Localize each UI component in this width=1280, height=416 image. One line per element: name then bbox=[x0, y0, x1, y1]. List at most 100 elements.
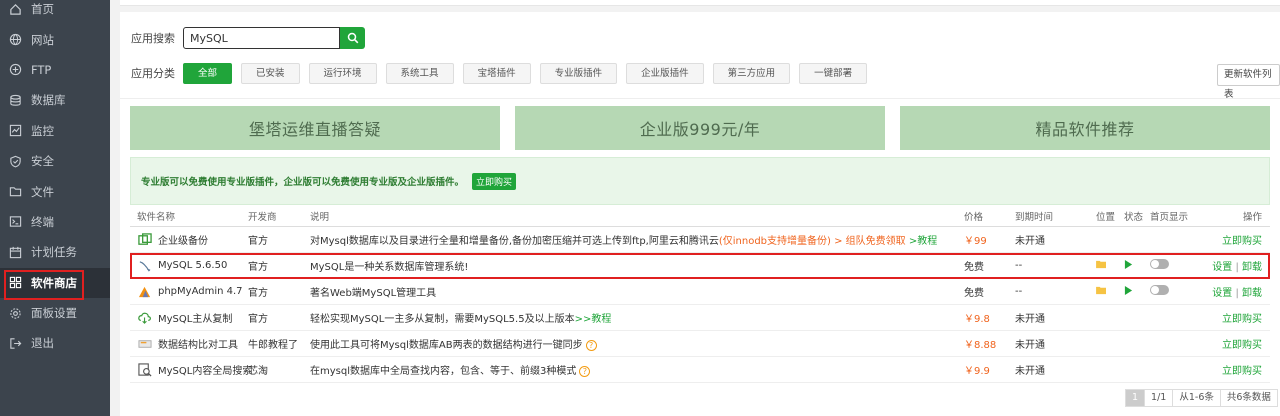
software-name: 数据结构比对工具 bbox=[158, 340, 238, 351]
settings-link[interactable]: 设置 bbox=[1212, 288, 1232, 299]
monitor-icon bbox=[8, 124, 22, 138]
category-enterprise-plugins[interactable]: 企业版插件 bbox=[626, 62, 704, 84]
category-system-tools[interactable]: 系统工具 bbox=[385, 62, 454, 84]
search-tool-icon bbox=[137, 362, 152, 377]
sidebar-item-terminal[interactable]: 终端 bbox=[0, 207, 110, 237]
table-row: MySQL内容全局搜索 芯淘 在mysql数据库中全局查找内容，包含、等于、前缀… bbox=[130, 357, 1270, 383]
sidebar-item-label: FTP bbox=[31, 62, 52, 77]
sidebar-item-logout[interactable]: 退出 bbox=[0, 328, 110, 358]
description-promo: (仅innodb支持增量备份) > 组队免费领取 bbox=[718, 236, 906, 247]
col-name: 软件名称 bbox=[137, 212, 176, 223]
buy-now-link[interactable]: 立即购买 bbox=[1222, 310, 1262, 325]
uninstall-link[interactable]: 卸载 bbox=[1242, 288, 1262, 299]
category-label: 应用分类 bbox=[131, 67, 175, 80]
category-bt-plugins[interactable]: 宝塔插件 bbox=[462, 62, 531, 84]
ftp-icon bbox=[8, 63, 22, 77]
home-icon bbox=[8, 2, 22, 16]
sidebar-item-website[interactable]: 网站 bbox=[0, 24, 110, 54]
developer: 芯淘 bbox=[248, 366, 268, 377]
tutorial-link[interactable]: >教程 bbox=[909, 236, 937, 247]
sidebar-item-label: 安全 bbox=[31, 154, 54, 169]
description: 使用此工具可将Mysql数据库AB两表的数据结构进行一键同步 bbox=[310, 340, 583, 351]
terminal-icon bbox=[8, 215, 22, 229]
play-icon[interactable] bbox=[1124, 259, 1133, 272]
sidebar-item-label: 数据库 bbox=[31, 93, 66, 108]
sidebar-item-label: 网站 bbox=[31, 32, 54, 47]
price: ￥99 bbox=[964, 236, 987, 247]
sidebar-item-files[interactable]: 文件 bbox=[0, 176, 110, 206]
folder-icon[interactable] bbox=[1096, 286, 1107, 298]
sidebar-item-label: 计划任务 bbox=[31, 245, 77, 260]
home-display-toggle[interactable] bbox=[1150, 259, 1169, 272]
category-installed[interactable]: 已安装 bbox=[241, 62, 300, 84]
sidebar-item-monitor[interactable]: 监控 bbox=[0, 116, 110, 146]
description: 轻松实现MySQL一主多从复制，需要MySQL5.5及以上版本 bbox=[310, 314, 575, 325]
description: 在mysql数据库中全局查找内容，包含、等于、前缀3种模式 bbox=[310, 366, 577, 377]
banner-enterprise-price[interactable]: 企业版999元/年 bbox=[515, 106, 885, 150]
folder-icon[interactable] bbox=[1096, 260, 1107, 272]
sidebar-item-app-store[interactable]: 软件商店 bbox=[0, 267, 110, 300]
expire-time: -- bbox=[1015, 260, 1023, 271]
price: ￥9.8 bbox=[964, 314, 990, 325]
expire-time: -- bbox=[1015, 286, 1023, 297]
buy-now-link[interactable]: 立即购买 bbox=[1222, 362, 1262, 377]
settings-link[interactable]: 设置 bbox=[1212, 262, 1232, 273]
sidebar-item-label: 终端 bbox=[31, 214, 54, 229]
col-operation: 操作 bbox=[1242, 212, 1262, 223]
sidebar-item-label: 软件商店 bbox=[31, 275, 77, 290]
search-label: 应用搜索 bbox=[131, 32, 175, 45]
search-button[interactable] bbox=[340, 27, 365, 49]
sidebar-item-label: 面板设置 bbox=[31, 306, 77, 321]
sidebar-item-security[interactable]: 安全 bbox=[0, 146, 110, 176]
sidebar-item-ftp[interactable]: FTP bbox=[0, 55, 110, 85]
sidebar-item-database[interactable]: 数据库 bbox=[0, 85, 110, 115]
col-price: 价格 bbox=[964, 212, 984, 223]
search-input[interactable] bbox=[183, 27, 340, 49]
uninstall-link[interactable]: 卸载 bbox=[1242, 262, 1262, 273]
tutorial-link[interactable]: >>教程 bbox=[575, 314, 612, 325]
notice-text: 专业版可以免费使用专业版插件，企业版可以免费使用专业版及企业版插件。 bbox=[141, 177, 465, 188]
buy-now-button[interactable]: 立即购买 bbox=[472, 172, 517, 190]
sidebar-item-label: 文件 bbox=[31, 184, 54, 199]
developer: 官方 bbox=[248, 314, 268, 325]
help-icon[interactable]: ? bbox=[579, 366, 591, 377]
sidebar-item-cron[interactable]: 计划任务 bbox=[0, 237, 110, 267]
category-row: 应用分类 全部 已安装 运行环境 系统工具 宝塔插件 专业版插件 企业版插件 第… bbox=[131, 62, 876, 84]
description: MySQL是一种关系数据库管理系统! bbox=[310, 262, 469, 273]
col-dev: 开发商 bbox=[248, 212, 277, 223]
buy-now-link[interactable]: 立即购买 bbox=[1222, 232, 1262, 247]
sidebar: 首页 网站 FTP 数据库 监控 安全 文件 终端 计划任务 软件商店 面板设置… bbox=[0, 0, 110, 416]
category-runtime[interactable]: 运行环境 bbox=[308, 62, 377, 84]
page-total: 1/1 bbox=[1144, 389, 1174, 407]
table-row: MySQL主从复制 官方 轻松实现MySQL一主多从复制，需要MySQL5.5及… bbox=[130, 305, 1270, 331]
calendar-icon bbox=[8, 245, 22, 259]
sidebar-item-panel-settings[interactable]: 面板设置 bbox=[0, 298, 110, 328]
license-notice: 专业版可以免费使用专业版插件，企业版可以免费使用专业版及企业版插件。 立即购买 bbox=[130, 157, 1270, 205]
banner-live-qa[interactable]: 堡塔运维直播答疑 bbox=[130, 106, 500, 150]
category-all[interactable]: 全部 bbox=[183, 62, 233, 84]
developer: 官方 bbox=[248, 288, 268, 299]
table-row: 企业级备份 官方 对Mysql数据库以及目录进行全量和增量备份,备份加密压缩并可… bbox=[130, 227, 1270, 253]
folder-icon bbox=[8, 185, 22, 199]
expire-time: 未开通 bbox=[1015, 340, 1045, 351]
main-content: 应用搜索 应用分类 全部 已安装 运行环境 系统工具 宝塔插件 专业版插件 企业… bbox=[110, 0, 1280, 416]
compare-tool-icon bbox=[137, 336, 152, 351]
grid-icon bbox=[8, 276, 22, 290]
banner-featured-software[interactable]: 精品软件推荐 bbox=[900, 106, 1270, 150]
sidebar-item-label: 首页 bbox=[31, 2, 54, 17]
gear-icon bbox=[8, 306, 22, 320]
developer: 官方 bbox=[248, 262, 268, 273]
help-icon[interactable]: ? bbox=[585, 340, 597, 351]
category-one-click-deploy[interactable]: 一键部署 bbox=[799, 62, 868, 84]
col-expire: 到期时间 bbox=[1015, 212, 1054, 223]
page-current[interactable]: 1 bbox=[1125, 389, 1146, 407]
software-name: MySQL 5.6.50 bbox=[158, 260, 228, 271]
home-display-toggle[interactable] bbox=[1150, 285, 1169, 298]
category-third-party[interactable]: 第三方应用 bbox=[712, 62, 791, 84]
buy-now-link[interactable]: 立即购买 bbox=[1222, 336, 1262, 351]
category-pro-plugins[interactable]: 专业版插件 bbox=[539, 62, 618, 84]
price: 免费 bbox=[964, 288, 984, 299]
play-icon[interactable] bbox=[1124, 285, 1133, 298]
sidebar-item-home[interactable]: 首页 bbox=[0, 0, 110, 24]
refresh-software-list-button[interactable]: 更新软件列表 bbox=[1217, 64, 1280, 100]
